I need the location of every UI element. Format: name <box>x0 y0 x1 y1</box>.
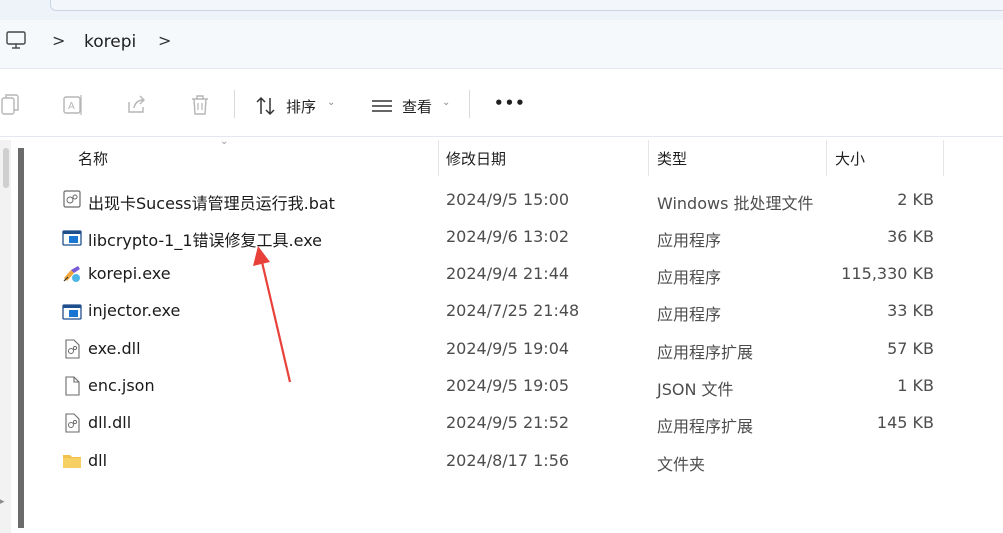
file-name[interactable]: injector.exe <box>88 301 180 320</box>
file-modified: 2024/7/25 21:48 <box>446 301 580 320</box>
address-field-edge[interactable] <box>50 0 1003 11</box>
column-divider[interactable] <box>826 140 827 176</box>
korepi-app-icon <box>63 266 80 282</box>
svg-text:A: A <box>68 101 75 112</box>
share-icon[interactable] <box>126 92 148 118</box>
column-header-size[interactable]: 大小 <box>835 148 865 169</box>
file-name[interactable]: exe.dll <box>88 339 141 358</box>
file-modified: 2024/9/4 21:44 <box>446 264 570 283</box>
toolbar-separator <box>234 90 235 118</box>
more-options-button[interactable]: ••• <box>494 94 526 112</box>
breadcrumb-separator-end[interactable]: > <box>158 31 171 50</box>
address-bar-strip <box>0 0 1003 20</box>
file-modified: 2024/9/5 19:04 <box>446 339 570 358</box>
rename-icon[interactable]: A <box>62 92 84 118</box>
column-divider[interactable] <box>648 140 649 176</box>
file-size: 1 KB <box>897 376 934 395</box>
application-window-icon <box>62 304 82 320</box>
file-name[interactable]: dll <box>88 451 107 470</box>
file-type: 应用程序 <box>657 305 722 324</box>
nav-scroll-thumb[interactable] <box>3 148 9 188</box>
file-size: 57 KB <box>887 339 934 358</box>
sort-caret-icon: ⌄ <box>220 136 229 147</box>
file-size: 33 KB <box>887 301 934 320</box>
view-lines-icon[interactable] <box>371 95 393 121</box>
view-button[interactable]: 查看 <box>402 96 432 117</box>
column-header-name[interactable]: 名称 <box>78 148 108 169</box>
file-name[interactable]: 出现卡Sucess请管理员运行我.bat <box>88 190 335 214</box>
breadcrumb-separator: > <box>52 31 66 50</box>
file-type: Windows 批处理文件 <box>657 194 814 213</box>
view-chevron-down-icon[interactable]: ⌄ <box>442 97 450 108</box>
delete-icon[interactable] <box>189 92 211 118</box>
file-type: 文件夹 <box>657 455 706 474</box>
column-header-modified[interactable]: 修改日期 <box>446 148 506 169</box>
file-size: 145 KB <box>876 413 934 432</box>
this-pc-icon[interactable] <box>6 29 26 51</box>
nav-pane-scrollbar[interactable] <box>0 140 11 533</box>
file-name[interactable]: enc.json <box>88 376 155 395</box>
blank-file-icon <box>65 376 80 396</box>
file-modified: 2024/9/6 13:02 <box>446 227 570 246</box>
nav-expand-arrow-icon[interactable]: ▸ <box>0 497 5 507</box>
batch-file-icon <box>63 190 81 208</box>
file-size: 2 KB <box>897 190 934 209</box>
file-modified: 2024/9/5 21:52 <box>446 413 570 432</box>
file-type: 应用程序扩展 <box>657 417 754 436</box>
file-modified: 2024/9/5 15:00 <box>446 190 570 209</box>
application-window-icon <box>62 230 82 246</box>
file-name[interactable]: dll.dll <box>88 413 131 432</box>
file-name[interactable]: libcrypto-1_1错误修复工具.exe <box>88 227 322 251</box>
file-type: 应用程序 <box>657 268 722 287</box>
file-size: 115,330 KB <box>841 264 934 283</box>
sort-chevron-down-icon[interactable]: ⌄ <box>327 97 335 108</box>
file-type: 应用程序 <box>657 231 722 250</box>
file-type: JSON 文件 <box>657 380 734 399</box>
breadcrumb-item-korepi[interactable]: korepi <box>84 32 136 52</box>
folder-icon <box>63 455 81 468</box>
column-header-type[interactable]: 类型 <box>657 148 687 169</box>
file-size: 36 KB <box>887 227 934 246</box>
file-type: 应用程序扩展 <box>657 343 754 362</box>
breadcrumb-bar <box>0 20 1003 68</box>
sort-icon[interactable] <box>255 94 277 120</box>
column-divider[interactable] <box>943 140 944 176</box>
dll-gear-icon <box>65 339 80 359</box>
column-divider[interactable] <box>438 140 439 176</box>
toolbar-separator-2 <box>469 90 470 118</box>
file-modified: 2024/9/5 19:05 <box>446 376 570 395</box>
file-name[interactable]: korepi.exe <box>88 264 171 283</box>
dll-gear-icon <box>65 413 80 433</box>
divider <box>0 68 1003 69</box>
pane-splitter[interactable] <box>18 148 24 528</box>
copy-icon[interactable] <box>0 92 22 118</box>
file-modified: 2024/8/17 1:56 <box>446 451 570 470</box>
divider <box>0 136 1003 137</box>
sort-button[interactable]: 排序 <box>286 96 316 117</box>
